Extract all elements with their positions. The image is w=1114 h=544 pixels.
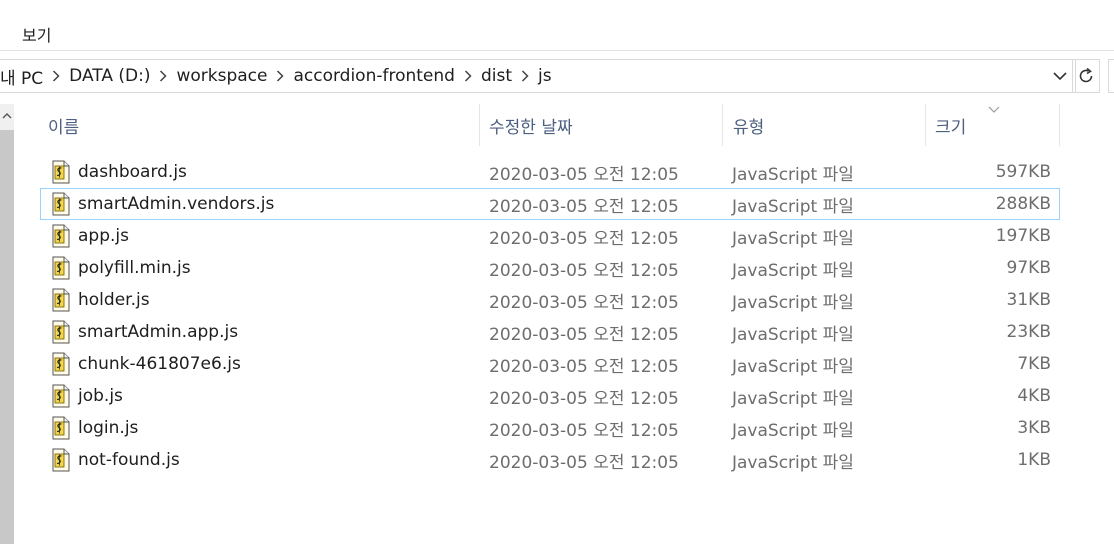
menu-view[interactable]: 보기 bbox=[22, 22, 51, 46]
breadcrumb-chevron-right-icon[interactable] bbox=[518, 60, 532, 92]
address-bar[interactable]: 내 PC DATA (D:) workspace accordion-frontend… bbox=[0, 59, 1076, 93]
file-type: JavaScript 파일 bbox=[732, 260, 854, 281]
file-size: 23KB bbox=[1006, 322, 1051, 342]
file-row[interactable]: smartAdmin.app.js 2020-03-05 오전 12:05 Java… bbox=[40, 316, 1060, 348]
js-file-icon bbox=[49, 317, 73, 347]
file-name: dashboard.js bbox=[78, 162, 187, 182]
column-header-type[interactable]: 유형 bbox=[733, 104, 923, 146]
breadcrumb-chevron-right-icon[interactable] bbox=[49, 60, 63, 92]
column-header-name[interactable]: 이름 bbox=[48, 104, 478, 146]
ribbon-menubar: 보기 bbox=[0, 0, 1114, 51]
file-type: JavaScript 파일 bbox=[732, 324, 854, 345]
file-date-modified: 2020-03-05 오전 12:05 bbox=[489, 196, 679, 217]
js-file-icon bbox=[49, 285, 73, 315]
file-size: 3KB bbox=[1017, 418, 1051, 438]
js-file-icon bbox=[49, 221, 73, 251]
file-size: 288KB bbox=[995, 194, 1051, 214]
file-date-modified: 2020-03-05 오전 12:05 bbox=[489, 452, 679, 473]
file-name: login.js bbox=[78, 418, 139, 438]
breadcrumb-chevron-right-icon[interactable] bbox=[273, 60, 287, 92]
file-name: app.js bbox=[78, 226, 129, 246]
column-divider[interactable] bbox=[925, 104, 926, 146]
file-date-modified: 2020-03-05 오전 12:05 bbox=[489, 388, 679, 409]
breadcrumb-item[interactable]: js bbox=[532, 66, 558, 86]
js-file-icon bbox=[49, 253, 73, 283]
file-row[interactable]: smartAdmin.vendors.js 2020-03-05 오전 12:05… bbox=[40, 188, 1060, 220]
breadcrumb-item[interactable]: dist bbox=[475, 66, 518, 86]
file-name: holder.js bbox=[78, 290, 150, 310]
file-name: smartAdmin.app.js bbox=[78, 322, 239, 342]
file-name: chunk-461807e6.js bbox=[78, 354, 241, 374]
file-size: 4KB bbox=[1017, 386, 1051, 406]
breadcrumb: 내 PC DATA (D:) workspace accordion-frontend… bbox=[0, 60, 558, 92]
js-file-icon bbox=[49, 381, 73, 411]
file-name: not-found.js bbox=[78, 450, 180, 470]
js-file-icon bbox=[49, 189, 73, 219]
file-date-modified: 2020-03-05 오전 12:05 bbox=[489, 356, 679, 377]
file-row[interactable]: not-found.js 2020-03-05 오전 12:05 JavaScrip… bbox=[40, 444, 1060, 476]
file-size: 7KB bbox=[1017, 354, 1051, 374]
file-type: JavaScript 파일 bbox=[732, 420, 854, 441]
file-date-modified: 2020-03-05 오전 12:05 bbox=[489, 324, 679, 345]
file-type: JavaScript 파일 bbox=[732, 228, 854, 249]
js-file-icon bbox=[49, 445, 73, 475]
breadcrumb-chevron-right-icon[interactable] bbox=[461, 60, 475, 92]
column-divider[interactable] bbox=[1059, 104, 1060, 146]
file-type: JavaScript 파일 bbox=[732, 356, 854, 377]
column-header-date-label: 수정한 날짜 bbox=[489, 117, 573, 138]
scroll-up-arrow-icon[interactable] bbox=[0, 104, 14, 128]
file-name: job.js bbox=[78, 386, 123, 406]
file-size: 31KB bbox=[1006, 290, 1051, 310]
file-size: 197KB bbox=[995, 226, 1051, 246]
refresh-icon[interactable] bbox=[1072, 59, 1100, 93]
file-type: JavaScript 파일 bbox=[732, 292, 854, 313]
file-date-modified: 2020-03-05 오전 12:05 bbox=[489, 420, 679, 441]
file-date-modified: 2020-03-05 오전 12:05 bbox=[489, 260, 679, 281]
breadcrumb-item[interactable]: DATA (D:) bbox=[63, 66, 156, 86]
js-file-icon bbox=[49, 413, 73, 443]
file-date-modified: 2020-03-05 오전 12:05 bbox=[489, 164, 679, 185]
column-header-type-label: 유형 bbox=[733, 117, 765, 138]
file-type: JavaScript 파일 bbox=[732, 452, 854, 473]
file-row[interactable]: holder.js 2020-03-05 오전 12:05 JavaScript 파… bbox=[40, 284, 1060, 316]
file-type: JavaScript 파일 bbox=[732, 164, 854, 185]
file-size: 597KB bbox=[995, 162, 1051, 182]
file-row[interactable]: dashboard.js 2020-03-05 오전 12:05 JavaScrip… bbox=[40, 156, 1060, 188]
column-header-size-label: 크기 bbox=[935, 117, 967, 138]
file-name: polyfill.min.js bbox=[78, 258, 191, 278]
file-size: 97KB bbox=[1006, 258, 1051, 278]
address-history-chevron-down-icon[interactable] bbox=[1050, 59, 1070, 93]
column-divider[interactable] bbox=[722, 104, 723, 146]
column-divider[interactable] bbox=[479, 104, 480, 146]
column-headers: 이름 수정한 날짜 유형 크기 bbox=[30, 104, 1060, 146]
nav-pane-scroll-thumb[interactable] bbox=[0, 130, 14, 544]
file-size: 1KB bbox=[1017, 450, 1051, 470]
file-row[interactable]: app.js 2020-03-05 오전 12:05 JavaScript 파일 19… bbox=[40, 220, 1060, 252]
column-header-name-label: 이름 bbox=[48, 117, 80, 138]
breadcrumb-item[interactable]: workspace bbox=[170, 66, 273, 86]
file-row[interactable]: job.js 2020-03-05 오전 12:05 JavaScript 파일 4K… bbox=[40, 380, 1060, 412]
breadcrumb-item[interactable]: 내 PC bbox=[0, 64, 49, 89]
file-list: dashboard.js 2020-03-05 오전 12:05 JavaScrip… bbox=[40, 156, 1060, 476]
file-date-modified: 2020-03-05 오전 12:05 bbox=[489, 228, 679, 249]
sort-descending-icon bbox=[988, 99, 1000, 113]
file-date-modified: 2020-03-05 오전 12:05 bbox=[489, 292, 679, 313]
breadcrumb-chevron-right-icon[interactable] bbox=[156, 60, 170, 92]
breadcrumb-item[interactable]: accordion-frontend bbox=[287, 66, 461, 86]
search-box[interactable] bbox=[1108, 59, 1114, 93]
column-header-date[interactable]: 수정한 날짜 bbox=[489, 104, 721, 146]
file-row[interactable]: login.js 2020-03-05 오전 12:05 JavaScript 파일… bbox=[40, 412, 1060, 444]
file-row[interactable]: chunk-461807e6.js 2020-03-05 오전 12:05 Java… bbox=[40, 348, 1060, 380]
file-type: JavaScript 파일 bbox=[732, 196, 854, 217]
file-row[interactable]: polyfill.min.js 2020-03-05 오전 12:05 JavaSc… bbox=[40, 252, 1060, 284]
js-file-icon bbox=[49, 157, 73, 187]
file-type: JavaScript 파일 bbox=[732, 388, 854, 409]
js-file-icon bbox=[49, 349, 73, 379]
file-name: smartAdmin.vendors.js bbox=[78, 194, 275, 214]
